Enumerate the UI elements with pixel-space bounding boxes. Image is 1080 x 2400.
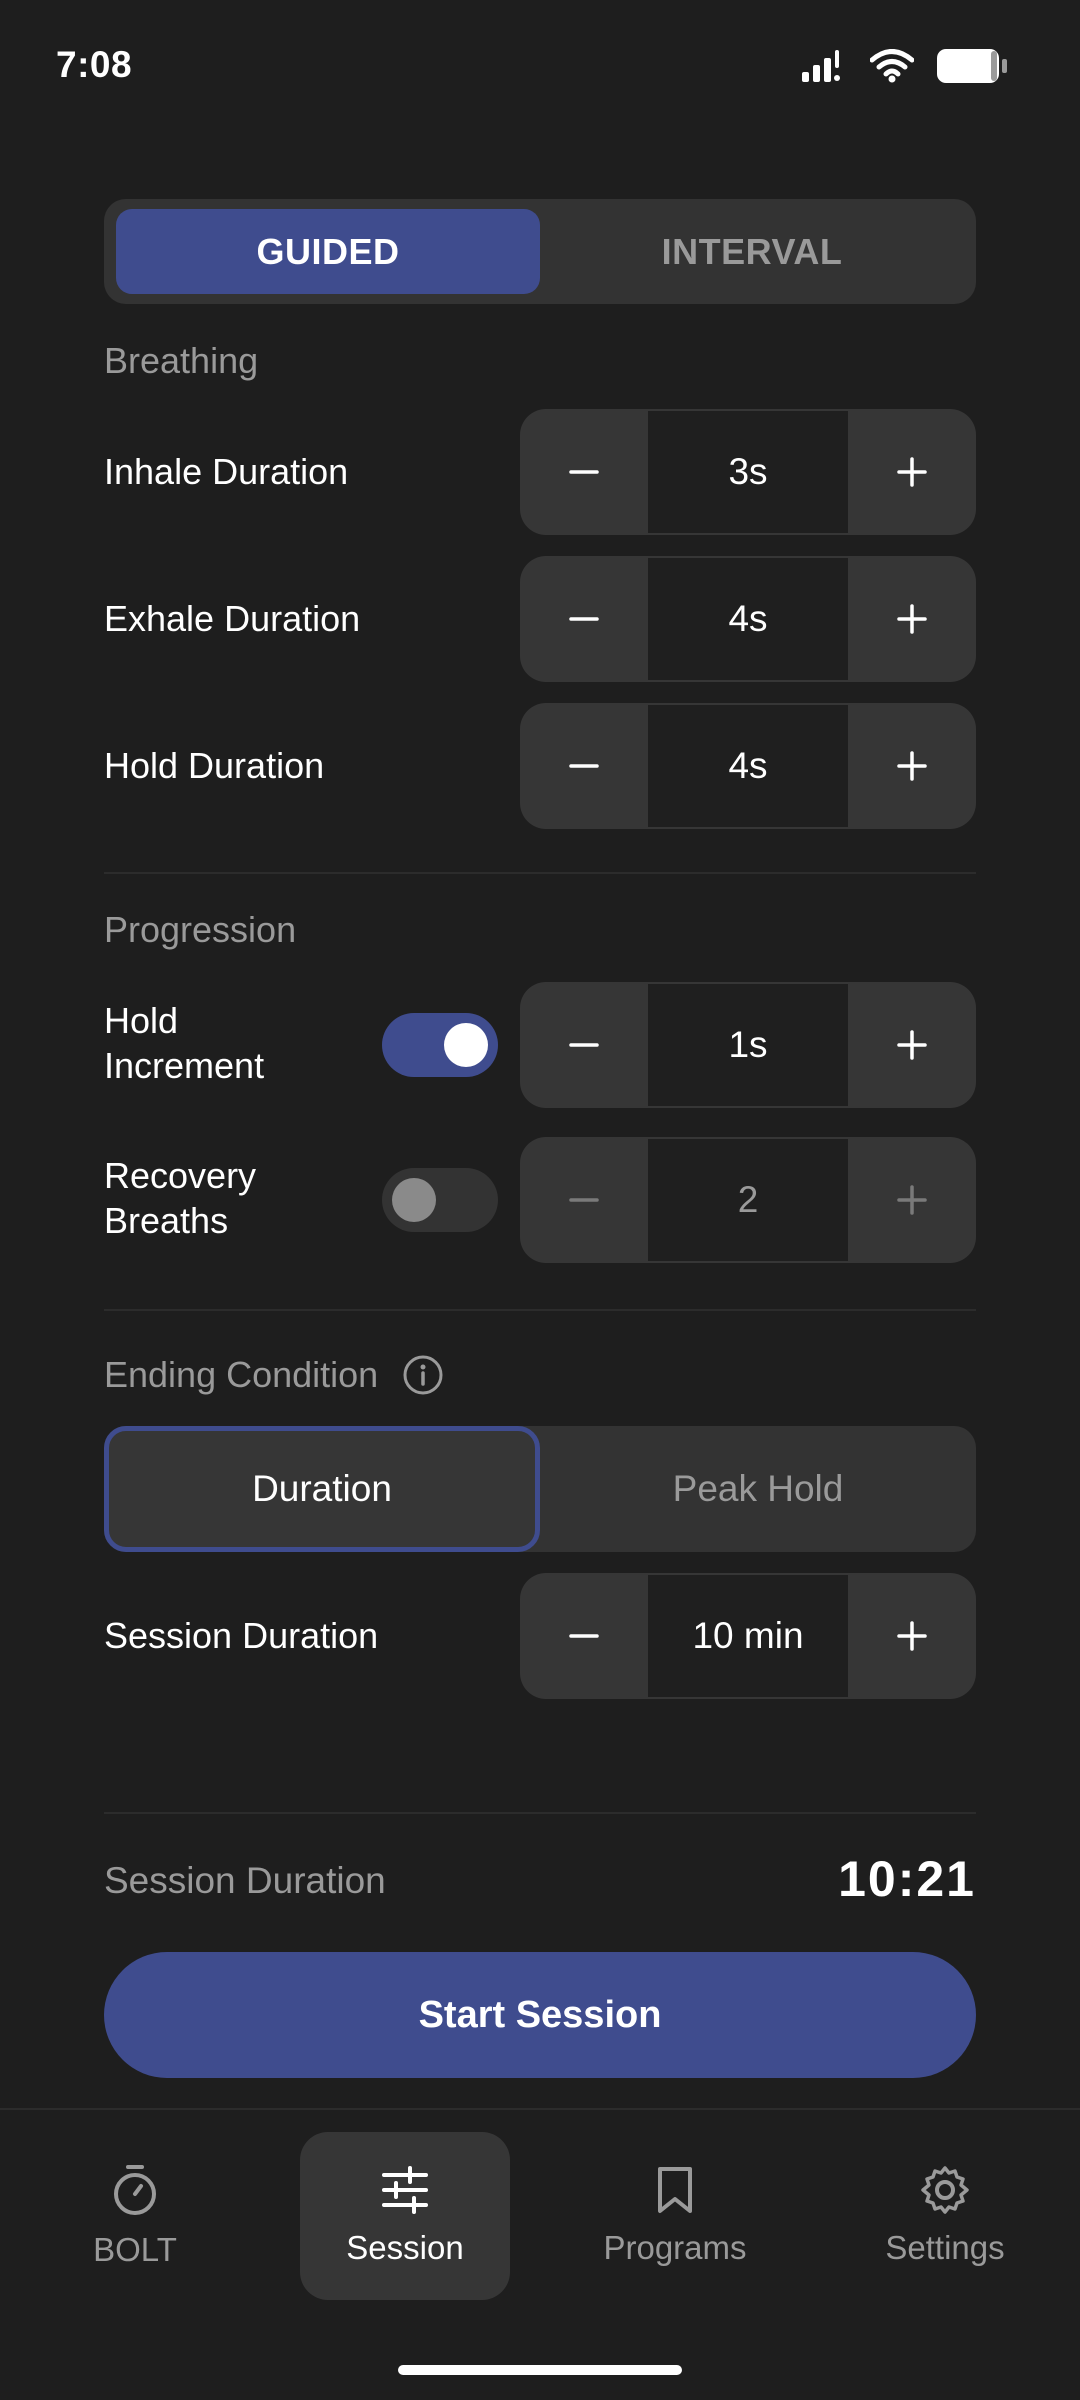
toggle-knob: [444, 1023, 488, 1067]
recovery-breaths-value: 2: [648, 1139, 848, 1261]
start-session-button[interactable]: Start Session: [104, 1952, 976, 2078]
hold-duration-label: Hold Duration: [104, 745, 325, 786]
nav-item-bolt[interactable]: BOLT: [30, 2132, 240, 2300]
sliders-icon: [382, 2166, 428, 2214]
breathing-section-label: Breathing: [104, 340, 259, 381]
inhale-duration-value: 3s: [648, 411, 848, 533]
hold-increment-button[interactable]: [848, 703, 976, 829]
hold-duration-stepper: 4s: [520, 703, 976, 829]
recovery-breaths-decrement-button[interactable]: [520, 1137, 648, 1263]
recovery-breaths-stepper: 2: [520, 1137, 976, 1263]
stopwatch-icon: [114, 2165, 156, 2215]
ending-condition-label: Ending Condition: [104, 1354, 379, 1395]
minus-icon: [569, 1043, 599, 1047]
cellular-signal-icon: [802, 50, 840, 82]
mode-guided-option[interactable]: GUIDED: [116, 209, 540, 294]
summary-duration-value: 10:21: [838, 1851, 976, 1907]
hold-increment-label-line2: Increment: [104, 1045, 265, 1086]
ending-duration-option[interactable]: Duration: [104, 1426, 540, 1552]
hold-increment-label: Hold Increment: [104, 998, 264, 1088]
exhale-duration-value: 4s: [648, 558, 848, 680]
minus-icon: [569, 1634, 599, 1638]
nav-item-settings[interactable]: Settings: [840, 2132, 1050, 2300]
exhale-decrement-button[interactable]: [520, 556, 648, 682]
battery-icon: [937, 49, 1007, 83]
recovery-breaths-label-line2: Breaths: [104, 1200, 229, 1241]
nav-item-programs[interactable]: Programs: [570, 2132, 780, 2300]
ending-condition-header: Ending Condition: [104, 1354, 444, 1396]
status-icons: [800, 48, 1008, 84]
recovery-breaths-label: Recovery Breaths: [104, 1153, 256, 1243]
inhale-duration-label: Inhale Duration: [104, 451, 349, 492]
wifi-icon: [870, 49, 914, 83]
plus-icon: [897, 604, 927, 634]
hold-increment-stepper: 1s: [520, 982, 976, 1108]
recovery-breaths-increment-button[interactable]: [848, 1137, 976, 1263]
recovery-breaths-label-line1: Recovery: [104, 1155, 257, 1196]
section-divider: [104, 1812, 976, 1814]
hold-duration-value: 4s: [648, 705, 848, 827]
minus-icon: [569, 1198, 599, 1202]
nav-item-settings-label: Settings: [885, 2229, 1005, 2266]
mode-interval-option[interactable]: INTERVAL: [540, 209, 964, 294]
section-divider: [104, 1309, 976, 1311]
minus-icon: [569, 470, 599, 474]
summary-duration-label: Session Duration: [104, 1860, 386, 1901]
exhale-duration-label: Exhale Duration: [104, 598, 361, 639]
progression-section-label: Progression: [104, 909, 297, 950]
hold-increment-value: 1s: [648, 984, 848, 1106]
session-duration-decrement-button[interactable]: [520, 1573, 648, 1699]
ending-peak-hold-option[interactable]: Peak Hold: [540, 1426, 976, 1552]
mode-segmented-control: GUIDED INTERVAL: [104, 199, 976, 304]
plus-icon: [897, 1030, 927, 1060]
minus-icon: [569, 764, 599, 768]
session-duration-increment-button[interactable]: [848, 1573, 976, 1699]
exhale-increment-button[interactable]: [848, 556, 976, 682]
session-duration-label: Session Duration: [104, 1615, 379, 1656]
exhale-duration-stepper: 4s: [520, 556, 976, 682]
hold-increment-increment-button[interactable]: [848, 982, 976, 1108]
recovery-breaths-toggle[interactable]: [382, 1168, 498, 1232]
session-duration-stepper: 10 min: [520, 1573, 976, 1699]
hold-increment-decrement-button[interactable]: [520, 982, 648, 1108]
toggle-knob: [392, 1178, 436, 1222]
hold-increment-label-line1: Hold: [104, 1000, 179, 1041]
hold-decrement-button[interactable]: [520, 703, 648, 829]
plus-icon: [897, 457, 927, 487]
plus-icon: [897, 1185, 927, 1215]
minus-icon: [569, 617, 599, 621]
home-indicator: [398, 2365, 682, 2375]
session-duration-value: 10 min: [648, 1575, 848, 1697]
info-icon[interactable]: [402, 1354, 444, 1396]
ending-condition-segmented-control: Duration Peak Hold: [104, 1426, 976, 1552]
bookmark-icon: [658, 2167, 692, 2213]
inhale-duration-stepper: 3s: [520, 409, 976, 535]
nav-item-programs-label: Programs: [603, 2229, 747, 2266]
status-time: 7:08: [56, 44, 133, 85]
nav-divider: [0, 2108, 1080, 2110]
nav-item-session-label: Session: [346, 2229, 464, 2266]
inhale-decrement-button[interactable]: [520, 409, 648, 535]
inhale-increment-button[interactable]: [848, 409, 976, 535]
section-divider: [104, 872, 976, 874]
gear-icon: [921, 2166, 969, 2214]
plus-icon: [897, 751, 927, 781]
hold-increment-toggle[interactable]: [382, 1013, 498, 1077]
nav-item-session[interactable]: Session: [300, 2132, 510, 2300]
session-screen: 7:08 GUIDED INTERVAL Breathing Inhale Du…: [0, 0, 1080, 2400]
nav-item-bolt-label: BOLT: [93, 2231, 177, 2268]
plus-icon: [897, 1621, 927, 1651]
